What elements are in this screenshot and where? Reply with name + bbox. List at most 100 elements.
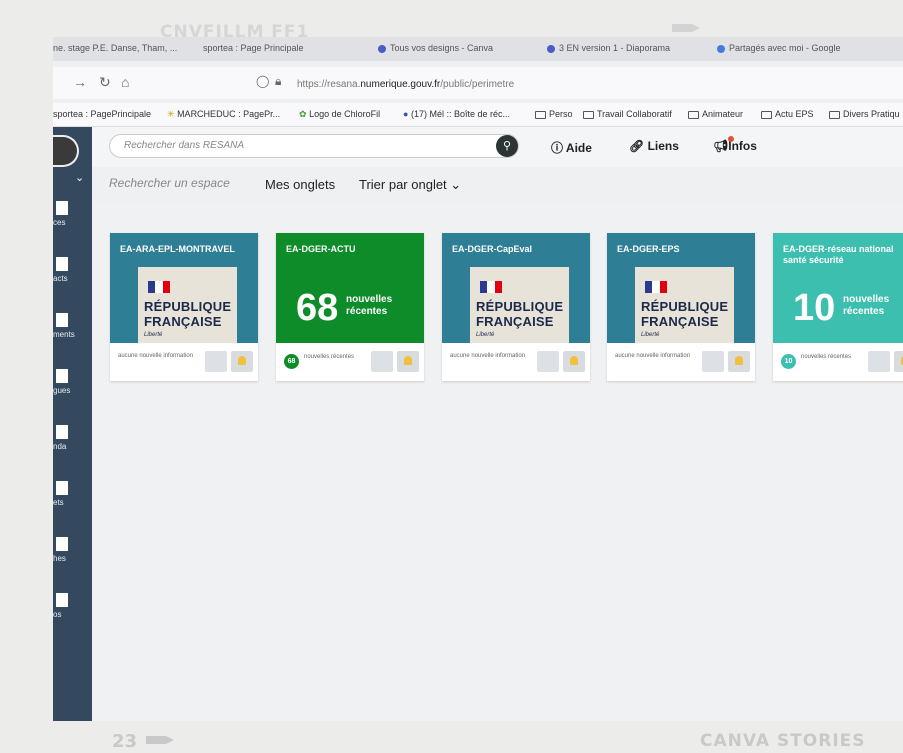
republique-logo: RÉPUBLIQUE FRANÇAISE Liberté — [138, 267, 237, 343]
bell-icon — [570, 356, 578, 365]
bell-button[interactable] — [231, 351, 253, 372]
help-link[interactable]: ⓘ Aide — [551, 139, 592, 156]
arrow-icon — [672, 24, 700, 32]
avatar[interactable] — [53, 135, 79, 167]
bell-button[interactable] — [397, 351, 419, 372]
sidebar-item-projets[interactable]: ets — [53, 481, 92, 507]
bookmark-folder[interactable]: Animateur — [688, 109, 743, 119]
news-count-label: nouvelles récentes — [843, 294, 890, 317]
list-button[interactable] — [868, 351, 890, 372]
star-icon: ✳ — [167, 109, 175, 119]
news-count: 68 — [296, 287, 339, 329]
home-icon — [56, 201, 68, 215]
sidebar-item-documents[interactable]: ments — [53, 313, 92, 339]
sidebar-item-contacts[interactable]: acts — [53, 257, 92, 283]
list-button[interactable] — [371, 351, 393, 372]
card-footer: aucune nouvelle information — [607, 343, 755, 381]
camera-icon — [56, 593, 68, 607]
space-search-input[interactable]: Rechercher un espace — [109, 176, 230, 190]
browser-tab[interactable]: sportea : Page Principale — [203, 43, 304, 53]
card-footer: aucune nouvelle information — [110, 343, 258, 381]
list-button[interactable] — [537, 351, 559, 372]
notification-dot — [728, 136, 734, 142]
space-card[interactable]: EA-ARA-EPL-MONTRAVEL RÉPUBLIQUE FRANÇAISE… — [110, 233, 258, 381]
browser-tab[interactable]: 3 EN version 1 - Diaporama — [547, 43, 670, 53]
bell-icon — [735, 356, 743, 365]
folder-icon — [688, 110, 699, 119]
card-header: EA-DGER-CapEval RÉPUBLIQUE FRANÇAISE Libe… — [442, 233, 590, 343]
card-title: EA-DGER-CapEval — [452, 244, 533, 254]
slide-brand: CANVA STORIES — [700, 731, 866, 751]
republique-logo: RÉPUBLIQUE FRANÇAISE Liberté — [635, 267, 734, 343]
leaf-icon: ✿ — [299, 109, 307, 119]
blog-icon — [56, 369, 68, 383]
bookmark-item[interactable]: ✿ Logo de ChloroFil — [299, 109, 380, 120]
sidebar-item-blogues[interactable]: gues — [53, 369, 92, 395]
sidebar-item-agenda[interactable]: nda — [53, 425, 92, 451]
folder-icon — [583, 110, 594, 119]
documents-icon — [56, 313, 68, 327]
flag-icon — [645, 281, 667, 293]
search-input[interactable]: Rechercher dans RESANA — [109, 134, 519, 158]
search-button[interactable]: ⚲ — [496, 135, 518, 157]
bookmark-item[interactable]: sportea : PagePrincipale — [53, 109, 151, 119]
space-card[interactable]: EA-DGER-CapEval RÉPUBLIQUE FRANÇAISE Libe… — [442, 233, 590, 381]
browser-tab[interactable]: Partagés avec moi - Google — [717, 43, 841, 53]
card-status: aucune nouvelle information — [615, 353, 691, 359]
slide-page-number: 23 — [112, 731, 138, 752]
url-bar[interactable]: https://resana.numerique.gouv.fr/public/… — [297, 79, 514, 90]
bookmark-folder[interactable]: Travail Collaboratif — [583, 109, 672, 119]
card-title: EA-DGER-EPS — [617, 244, 680, 254]
shield-icon: ◯ — [256, 74, 270, 88]
help-icon: ⓘ — [551, 141, 564, 155]
bookmark-item[interactable]: ✳ MARCHEDUC : PagePr... — [167, 109, 280, 120]
card-header: EA-ARA-EPL-MONTRAVEL RÉPUBLIQUE FRANÇAISE… — [110, 233, 258, 343]
bell-icon — [238, 356, 246, 365]
card-footer: 68 nouvelles récentes — [276, 343, 424, 381]
folder-icon — [535, 110, 546, 119]
bell-button[interactable] — [728, 351, 750, 372]
bookmark-folder[interactable]: Actu EPS — [761, 109, 814, 119]
mail-icon: ● — [403, 109, 409, 119]
home-icon[interactable]: ⌂ — [121, 74, 129, 90]
space-card[interactable]: EA-DGER-ACTU 68 nouvelles récentes 68 no… — [276, 233, 424, 381]
bell-button[interactable] — [894, 351, 903, 372]
infos-link[interactable]: 📢︎Infos — [713, 139, 757, 153]
space-card[interactable]: EA-DGER-EPS RÉPUBLIQUE FRANÇAISE Liberté … — [607, 233, 755, 381]
my-tabs-button[interactable]: Mes onglets — [265, 177, 335, 192]
browser-tab[interactable]: ne. stage P.E. Danse, Tham, ... — [53, 43, 177, 53]
sort-dropdown[interactable]: Trier par onglet ⌄ — [359, 177, 461, 193]
card-header: EA-DGER-EPS RÉPUBLIQUE FRANÇAISE Liberté — [607, 233, 755, 343]
list-button[interactable] — [702, 351, 724, 372]
links-link[interactable]: 🔗︎ Liens — [629, 139, 679, 153]
contacts-icon — [56, 257, 68, 271]
drive-icon — [717, 44, 725, 53]
bookmark-folder[interactable]: Perso — [535, 109, 573, 119]
canva-icon — [378, 44, 386, 53]
sidebar-item-espaces[interactable]: ces — [53, 201, 92, 227]
calendar-icon — [56, 425, 68, 439]
folder-icon — [761, 110, 772, 119]
space-card[interactable]: EA-DGER-réseau national santé sécurité 1… — [773, 233, 903, 381]
lock-icon: 🔒︎ — [275, 74, 282, 88]
browser-tab[interactable]: Tous vos designs - Canva — [378, 43, 493, 53]
sidebar-item-taches[interactable]: hes — [53, 537, 92, 563]
bookmark-folder[interactable]: Divers Pratiqu — [829, 109, 900, 119]
reload-icon[interactable]: ↻ — [99, 74, 111, 91]
card-footer: 10 nouvelles récentes — [773, 343, 903, 381]
republique-logo: RÉPUBLIQUE FRANÇAISE Liberté — [470, 267, 569, 343]
chevron-down-icon[interactable]: ⌄ — [75, 171, 84, 184]
arrow-icon — [146, 736, 174, 744]
sidebar-item-visios[interactable]: os — [53, 593, 92, 619]
forward-arrow-icon[interactable]: → — [73, 74, 87, 90]
bell-icon — [404, 356, 412, 365]
news-count: 10 — [793, 287, 836, 329]
tasks-icon — [56, 537, 68, 551]
canva-icon — [547, 44, 555, 53]
bookmark-item[interactable]: ● (17) Mél :: Boîte de réc... — [403, 109, 510, 119]
search-icon: ⚲ — [502, 140, 512, 152]
news-count-label: nouvelles récentes — [346, 294, 393, 317]
news-badge: 10 — [781, 354, 796, 369]
list-button[interactable] — [205, 351, 227, 372]
bell-button[interactable] — [563, 351, 585, 372]
